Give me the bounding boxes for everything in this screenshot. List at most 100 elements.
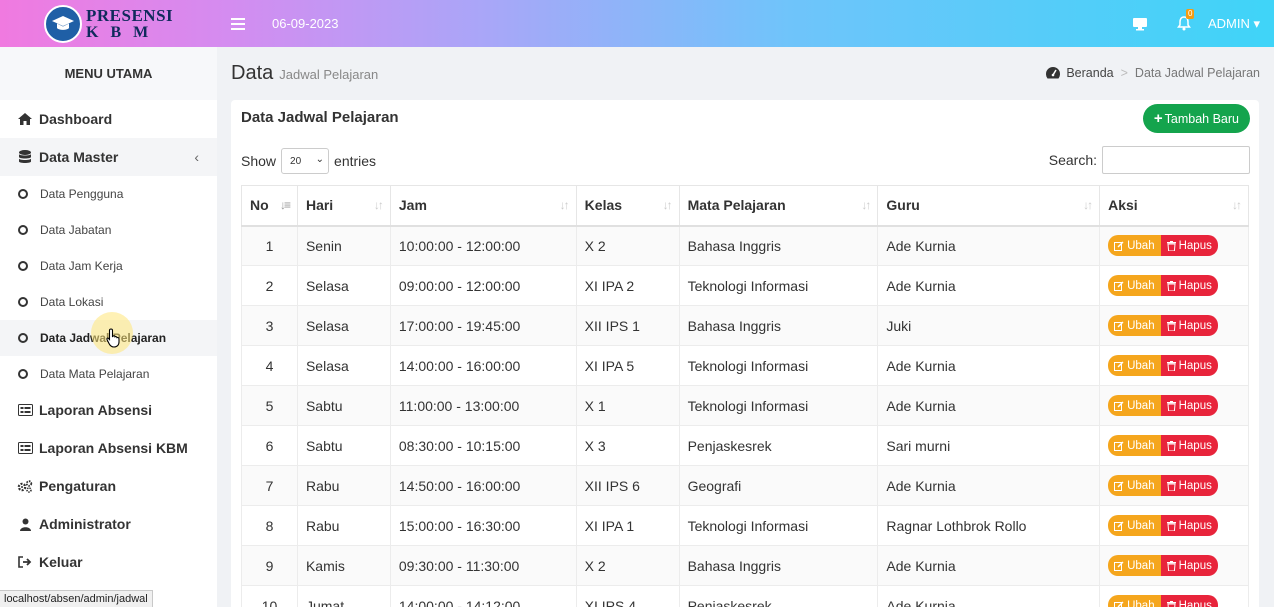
sidebar-item-administrator[interactable]: Administrator [0,505,217,543]
cell-guru: Ade Kurnia [877,265,1101,306]
cell-jam: 09:00:00 - 12:00:00 [389,265,577,306]
cell-jam: 14:00:00 - 16:00:00 [389,345,577,386]
circle-icon [18,261,28,271]
delete-button[interactable]: Hapus [1160,515,1218,536]
table-row: 4 Selasa 14:00:00 - 16:00:00 XI IPA 5 Teknol… [241,345,1249,386]
edit-button[interactable]: Ubah [1108,595,1161,607]
edit-button[interactable]: Ubah [1108,435,1161,456]
cell-no: 1 [241,225,298,266]
sidebar-item-data-master[interactable]: Data Master ‹ [0,138,217,176]
cell-no: 8 [241,505,298,546]
delete-button[interactable]: Hapus [1160,595,1218,607]
notification-bell-icon[interactable]: 0 [1162,0,1206,47]
edit-label: Ubah [1127,319,1155,332]
cell-no: 5 [241,385,298,426]
column-header-hari[interactable]: Hari ↓↑ [296,185,391,227]
edit-label: Ubah [1127,599,1155,607]
sidebar-item-keluar[interactable]: Keluar [0,543,217,581]
edit-button[interactable]: Ubah [1108,475,1161,496]
add-new-button[interactable]: + Tambah Baru [1142,104,1250,133]
cell-mapel: Bahasa Inggris [678,225,879,266]
cell-aksi: Ubah Hapus [1099,305,1249,346]
top-navbar: PRESENSI K B M 06-09-2023 0 ADMIN ▾ [0,0,1274,47]
brand-logo-area[interactable]: PRESENSI K B M [0,0,217,47]
sidebar-item-laporan-absensi-kbm[interactable]: Laporan Absensi KBM [0,429,217,467]
cell-kelas: X 3 [575,425,680,466]
delete-button[interactable]: Hapus [1160,355,1218,376]
sort-icon: ↓↑ [1083,198,1093,212]
column-header-mata-pelajaran[interactable]: Mata Pelajaran ↓↑ [678,185,879,227]
edit-button[interactable]: Ubah [1108,235,1161,257]
delete-button[interactable]: Hapus [1160,555,1218,576]
cell-aksi: Ubah Hapus [1099,505,1249,546]
table-row: 3 Selasa 17:00:00 - 19:45:00 XII IPS 1 Bahas… [241,305,1249,346]
show-label: Show [241,153,277,169]
cell-mapel: Teknologi Informasi [678,265,879,306]
delete-button[interactable]: Hapus [1160,435,1218,456]
delete-button[interactable]: Hapus [1160,315,1218,336]
sidebar-item-label: Data Master [39,149,119,165]
cell-hari: Selasa [296,345,391,386]
delete-button[interactable]: Hapus [1160,475,1218,496]
table-row: 8 Rabu 15:00:00 - 16:30:00 XI IPA 1 Teknolog… [241,505,1249,546]
sidebar-subitem-data-lokasi[interactable]: Data Lokasi [0,284,217,320]
chevron-left-icon: ‹ [194,149,199,165]
sidebar-item-label: Laporan Absensi [39,402,153,418]
edit-button[interactable]: Ubah [1108,315,1161,336]
table-header-row: No ↓≡ Hari ↓↑ Jam ↓↑ Kelas ↓↑ Mata Pelajaran… [241,185,1249,227]
home-icon [17,113,33,125]
column-header-jam[interactable]: Jam ↓↑ [389,185,577,227]
sidebar-subitem-data-mata-pelajaran[interactable]: Data Mata Pelajaran [0,356,217,392]
sort-asc-icon: ↓≡ [279,198,291,212]
breadcrumb-home-link[interactable]: Beranda [1066,66,1113,80]
edit-label: Ubah [1127,279,1155,292]
search-input[interactable] [1102,146,1250,174]
sidebar-subitem-label: Data Lokasi [40,295,104,309]
delete-button[interactable]: Hapus [1160,235,1218,257]
brand-subname: K B M [86,23,153,41]
edit-button[interactable]: Ubah [1108,555,1161,576]
monitor-icon[interactable] [1118,0,1162,47]
table-row: 1 Senin 10:00:00 - 12:00:00 X 2 Bahasa Inggr… [241,225,1249,266]
edit-label: Ubah [1127,399,1155,412]
edit-button[interactable]: Ubah [1108,515,1161,536]
sidebar-item-laporan-absensi[interactable]: Laporan Absensi [0,391,217,429]
cell-aksi: Ubah Hapus [1099,385,1249,426]
sidebar-subitem-data-pengguna[interactable]: Data Pengguna [0,176,217,212]
cell-guru: Ade Kurnia [877,385,1101,426]
cell-mapel: Teknologi Informasi [678,385,879,426]
cell-mapel: Bahasa Inggris [678,305,879,346]
report-icon [17,404,33,416]
sidebar-subitem-data-jabatan[interactable]: Data Jabatan [0,212,217,248]
delete-label: Hapus [1178,599,1212,607]
sidebar-toggle-icon[interactable] [231,17,245,30]
database-icon [17,150,33,164]
table-row: 9 Kamis 09:30:00 - 11:30:00 X 2 Bahasa Inggr… [241,545,1249,586]
edit-button[interactable]: Ubah [1108,395,1161,416]
delete-label: Hapus [1178,239,1212,252]
entries-select[interactable]: 20 ⌄ [281,148,330,174]
sidebar-item-pengaturan[interactable]: Pengaturan [0,467,217,505]
edit-button[interactable]: Ubah [1108,355,1161,376]
edit-icon [1114,521,1127,531]
sidebar-item-dashboard[interactable]: Dashboard [0,100,217,138]
cell-no: 7 [241,465,298,506]
sidebar-subitem-data-jam-kerja[interactable]: Data Jam Kerja [0,248,217,284]
dashboard-gauge-icon [1046,67,1061,79]
cell-no: 3 [241,305,298,346]
trash-icon [1166,240,1179,251]
edit-icon [1114,281,1127,291]
cell-mapel: Teknologi Informasi [678,345,879,386]
cell-mapel: Geografi [678,465,879,506]
delete-button[interactable]: Hapus [1160,275,1218,296]
cell-jam: 15:00:00 - 16:30:00 [389,505,577,546]
cell-guru: Ade Kurnia [877,345,1101,386]
column-header-no[interactable]: No ↓≡ [241,185,298,227]
edit-button[interactable]: Ubah [1108,275,1161,296]
trash-icon [1166,480,1179,491]
delete-button[interactable]: Hapus [1160,395,1218,416]
column-header-kelas[interactable]: Kelas ↓↑ [575,185,680,227]
column-header-guru[interactable]: Guru ↓↑ [877,185,1101,227]
column-header-aksi[interactable]: Aksi ↓↑ [1099,185,1249,227]
user-menu[interactable]: ADMIN ▾ [1208,16,1260,32]
